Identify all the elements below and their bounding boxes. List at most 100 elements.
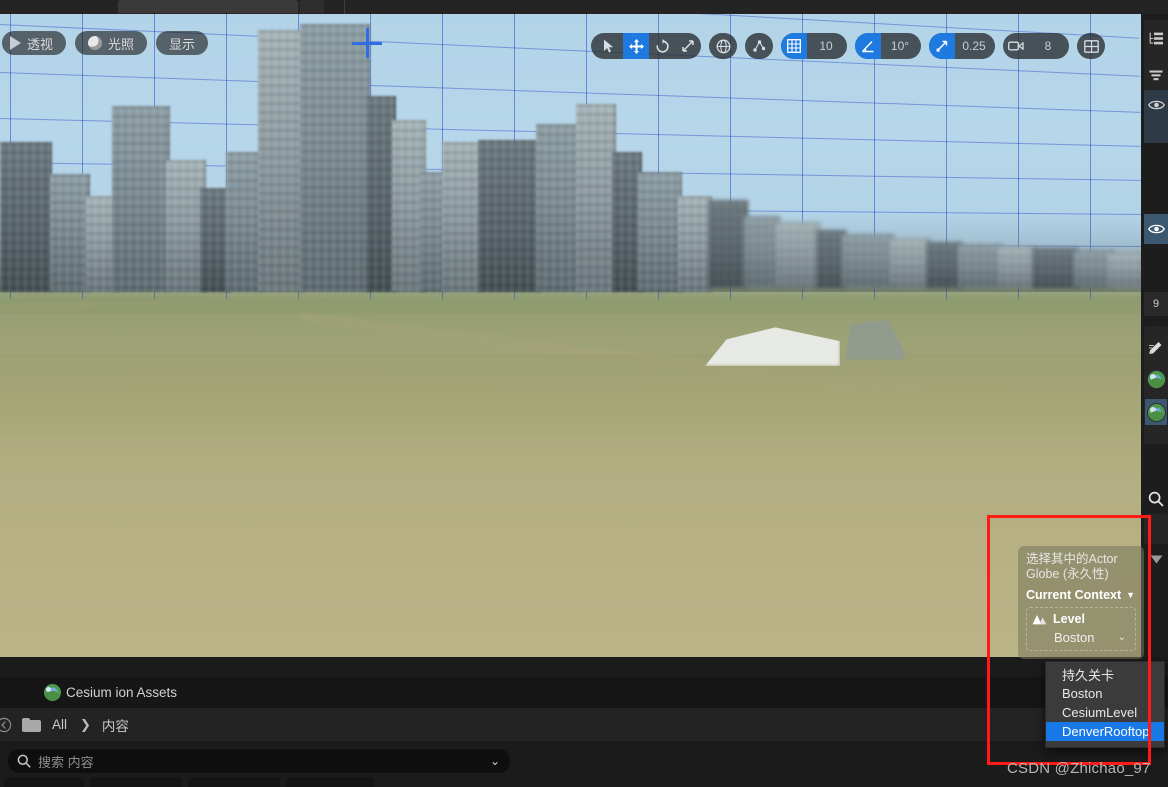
viewport-3d[interactable]: 透视 光照 显示 10 10° 0.25 8 (0, 14, 1141, 657)
building-windows (998, 246, 1036, 288)
building-windows (536, 124, 580, 292)
angle-snap-value[interactable]: 10° (881, 33, 921, 59)
dropdown-item-cesiumlevel[interactable]: CesiumLevel (1046, 703, 1164, 722)
building-silhouette (300, 24, 370, 292)
globe-icon[interactable] (709, 33, 737, 59)
lightmode-icon (88, 36, 103, 50)
building-windows (1108, 252, 1141, 288)
building-silhouette (50, 174, 90, 292)
viewport-lighting-button[interactable]: 光照 (75, 31, 148, 55)
dropdown-item-label: CesiumLevel (1062, 705, 1138, 720)
content-browser-tabs (0, 777, 1168, 787)
building-windows (638, 172, 682, 292)
level-combo-box[interactable]: Boston ⌄ (1032, 630, 1130, 645)
filter-icon[interactable] (1144, 60, 1168, 90)
transform-tool-group (591, 33, 701, 59)
building-silhouette (998, 246, 1036, 288)
building-windows (708, 200, 748, 288)
building-silhouette (678, 196, 712, 292)
cb-tab-1[interactable] (4, 777, 84, 787)
search-input[interactable]: 搜索 内容 ⌄ (8, 749, 510, 773)
cb-tab-3[interactable] (188, 777, 280, 787)
watermark: CSDN @Zhichao_97 (1007, 760, 1151, 777)
grid-snap-group: 10 (781, 33, 847, 59)
building-silhouette (1032, 248, 1078, 288)
dropdown-item-label: 持久关卡 (1062, 668, 1115, 683)
search-placeholder: 搜索 内容 (38, 754, 94, 770)
cesium-ion-selected-icon[interactable] (1145, 399, 1167, 425)
cesium-ion-assets-label: Cesium ion Assets (66, 685, 178, 700)
chevron-right-icon: ❯ (80, 716, 91, 732)
rail-collapse-caret-icon[interactable] (1144, 544, 1168, 574)
back-arrow-icon[interactable] (0, 717, 12, 733)
building-windows (0, 142, 52, 292)
breadcrumb-current[interactable]: 内容 (102, 715, 129, 735)
camera-video-icon[interactable] (1003, 33, 1029, 59)
dropdown-item-denverrooftop[interactable]: DenverRooftop (1046, 722, 1164, 741)
building-silhouette (776, 222, 820, 288)
scale-tool-button[interactable] (675, 33, 701, 59)
building-silhouette (890, 238, 930, 288)
viewport-toolbar: 10 10° 0.25 8 (591, 33, 1105, 59)
level-selector-box: Level Boston ⌄ (1026, 607, 1136, 651)
rail-selected-slot[interactable] (1144, 119, 1168, 143)
level-dropdown-menu: 持久关卡 Boston CesiumLevel DenverRooftop (1045, 661, 1165, 748)
chevron-down-icon[interactable]: ⌄ (490, 754, 500, 768)
building-silhouette (576, 104, 616, 292)
angle-icon[interactable] (855, 33, 881, 59)
cesium-ion-icon[interactable] (1145, 366, 1167, 392)
building-silhouette (638, 172, 682, 292)
chevron-down-icon: ⌄ (1117, 632, 1126, 643)
dropdown-item-persistent-level[interactable]: 持久关卡 (1046, 665, 1164, 684)
viewport-show-button[interactable]: 显示 (156, 31, 209, 55)
level-label: Level (1053, 612, 1085, 626)
level-row: Level (1032, 612, 1130, 626)
select-tool-button[interactable] (591, 33, 623, 59)
camera-speed-value[interactable]: 8 (1029, 33, 1069, 59)
cesium-globe-selected-icon (1146, 402, 1166, 422)
visibility-eye-active-icon[interactable] (1144, 214, 1168, 244)
grid-snap-value[interactable]: 10 (807, 33, 847, 59)
scale-snap-value[interactable]: 0.25 (955, 33, 995, 59)
grid-icon[interactable] (781, 33, 807, 59)
cb-tab-4[interactable] (286, 777, 374, 787)
scale-snap-group: 0.25 (929, 33, 995, 59)
current-context-label: Current Context (1026, 588, 1122, 602)
dropdown-item-boston[interactable]: Boston (1046, 684, 1164, 703)
window-tab-stub[interactable] (118, 0, 298, 13)
current-context-button[interactable]: Current Context ▼ (1026, 588, 1136, 602)
building-silhouette (478, 140, 540, 292)
viewport-lighting-label: 光照 (108, 36, 135, 52)
visibility-eye-icon[interactable] (1144, 90, 1168, 120)
breadcrumb-root[interactable]: All (52, 717, 67, 732)
rotate-tool-button[interactable] (649, 33, 675, 59)
building-windows (478, 140, 540, 292)
building-silhouette (442, 142, 482, 292)
surface-snap-group (745, 33, 773, 59)
viewport-crosshair (352, 28, 382, 58)
edit-pencil-icon[interactable] (1145, 334, 1167, 360)
search-icon (17, 754, 31, 768)
scale-snap-icon[interactable] (929, 33, 955, 59)
level-picker-widget: 选择其中的Actor Globe (永久性) Current Context ▼… (1018, 546, 1144, 659)
chrome-divider (344, 0, 345, 14)
translate-tool-button[interactable] (623, 33, 649, 59)
outliner-icon[interactable] (1144, 24, 1168, 54)
cesium-ion-assets-row[interactable]: Cesium ion Assets (0, 677, 1168, 708)
app-root: 透视 光照 显示 10 10° 0.25 8 9 Cesium ion Asse… (0, 0, 1168, 787)
building-silhouette (1108, 252, 1141, 288)
viewport-perspective-button[interactable]: 透视 (2, 31, 67, 55)
building-silhouette (0, 142, 52, 292)
window-tab-add[interactable] (300, 0, 324, 13)
rail-count-badge[interactable]: 9 (1144, 292, 1168, 316)
cesium-globe-icon (1146, 369, 1166, 389)
ground-haze-1 (0, 314, 1141, 354)
building-windows (1032, 248, 1078, 288)
search-icon[interactable] (1144, 484, 1168, 514)
camera-speed-group: 8 (1003, 33, 1069, 59)
building-silhouette (112, 106, 170, 292)
surface-snap-icon[interactable] (745, 33, 773, 59)
cb-tab-2[interactable] (90, 777, 182, 787)
building-windows (842, 234, 894, 288)
layout-grid-icon[interactable] (1077, 33, 1105, 59)
